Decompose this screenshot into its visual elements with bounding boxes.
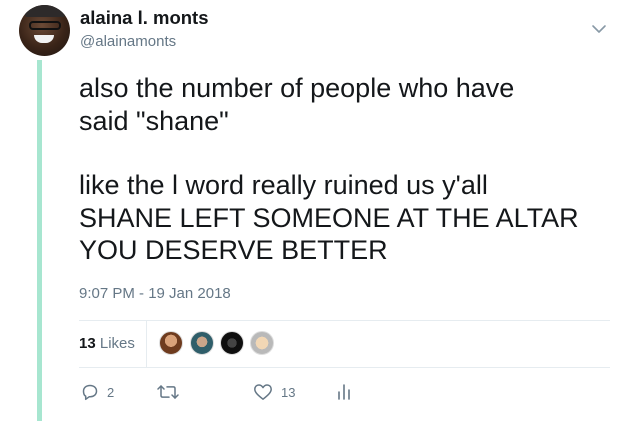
analytics-icon: [338, 384, 350, 400]
avatar-cap: [25, 5, 65, 17]
liker-avatar[interactable]: [159, 331, 183, 355]
tweet-text-line: like the l word really ruined us y'all: [79, 170, 488, 200]
liker-avatar[interactable]: [220, 331, 244, 355]
tweet-text-line: SHANE LEFT SOMEONE AT THE ALTAR: [79, 202, 579, 233]
tweet-text-line: YOU DESERVE BETTER: [79, 235, 388, 265]
like-count: 13: [281, 384, 296, 400]
liker-avatar[interactable]: [250, 331, 274, 355]
author-display-name[interactable]: alaina l. monts: [80, 7, 209, 29]
liker-avatar[interactable]: [190, 331, 214, 355]
reply-count: 2: [107, 384, 115, 400]
stats-separator: [146, 320, 147, 367]
divider: [79, 367, 610, 368]
retweet-button[interactable]: [157, 383, 179, 401]
tweet-text-line: also the number of people who have: [79, 73, 515, 103]
thread-line: [37, 60, 42, 421]
reply-button[interactable]: 2: [81, 383, 114, 401]
likes-count: 13: [79, 335, 96, 352]
likes-stat[interactable]: 13 Likes: [79, 335, 135, 352]
likes-label: Likes: [99, 335, 135, 352]
tweet-text: also the number of people who have said …: [79, 72, 624, 267]
divider: [79, 320, 610, 321]
analytics-button[interactable]: [337, 383, 351, 401]
reply-icon: [82, 384, 98, 401]
tweet-timestamp[interactable]: 9:07 PM - 19 Jan 2018: [79, 285, 231, 302]
like-button[interactable]: 13: [253, 383, 295, 401]
chevron-down-icon[interactable]: [591, 22, 607, 34]
heart-icon: [254, 384, 272, 400]
retweet-icon: [157, 385, 179, 399]
avatar-smile: [34, 35, 54, 43]
avatar[interactable]: [19, 5, 70, 56]
tweet-text-line: said "shane": [79, 105, 229, 136]
avatar-glasses: [29, 21, 61, 30]
author-handle[interactable]: @alainamonts: [80, 33, 176, 50]
